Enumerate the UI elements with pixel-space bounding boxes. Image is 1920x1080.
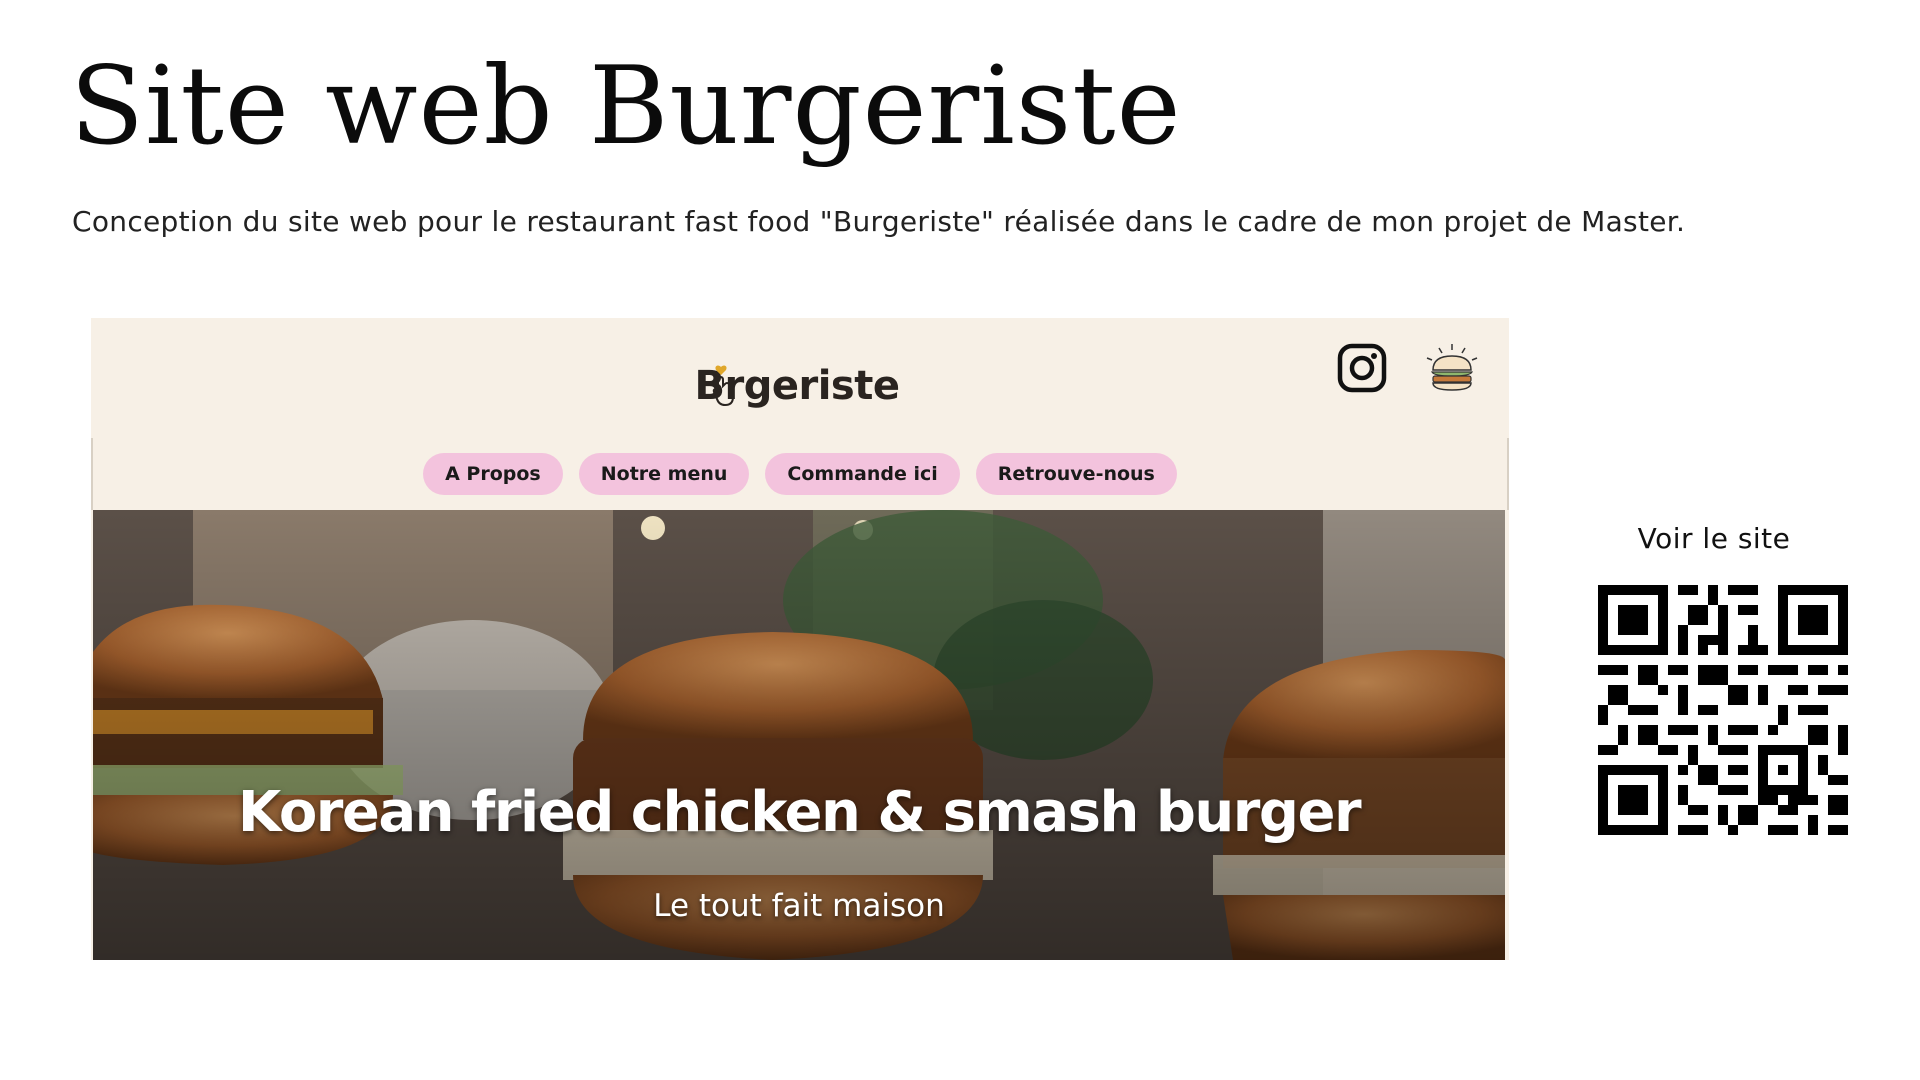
site-nav: A Propos Notre menu Commande ici Retrouv… [91,438,1509,510]
qr-code-icon[interactable] [1598,585,1848,835]
page-title: Site web Burgeriste [70,44,1182,169]
hero-banner: Korean fried chicken & smash burger Le t… [93,510,1505,960]
hero-subtitle: Le tout fait maison [653,888,945,924]
nav-notre-menu[interactable]: Notre menu [578,453,750,495]
site-logo[interactable]: Brgeriste [687,356,907,416]
heart-hand-icon [712,365,734,407]
instagram-icon[interactable] [1337,343,1387,393]
website-screenshot: Brgeriste A Propos Notre menu Commande i… [91,318,1509,960]
hero-title: Korean fried chicken & smash burger [237,780,1362,845]
page-subtitle: Conception du site web pour le restauran… [72,205,1686,238]
site-header: Brgeriste [91,318,1509,438]
nav-a-propos[interactable]: A Propos [423,453,563,495]
qr-label: Voir le site [1637,522,1791,555]
nav-retrouve-nous[interactable]: Retrouve-nous [975,453,1177,495]
nav-commande-ici[interactable]: Commande ici [765,453,960,495]
burger-icon[interactable] [1421,342,1483,394]
